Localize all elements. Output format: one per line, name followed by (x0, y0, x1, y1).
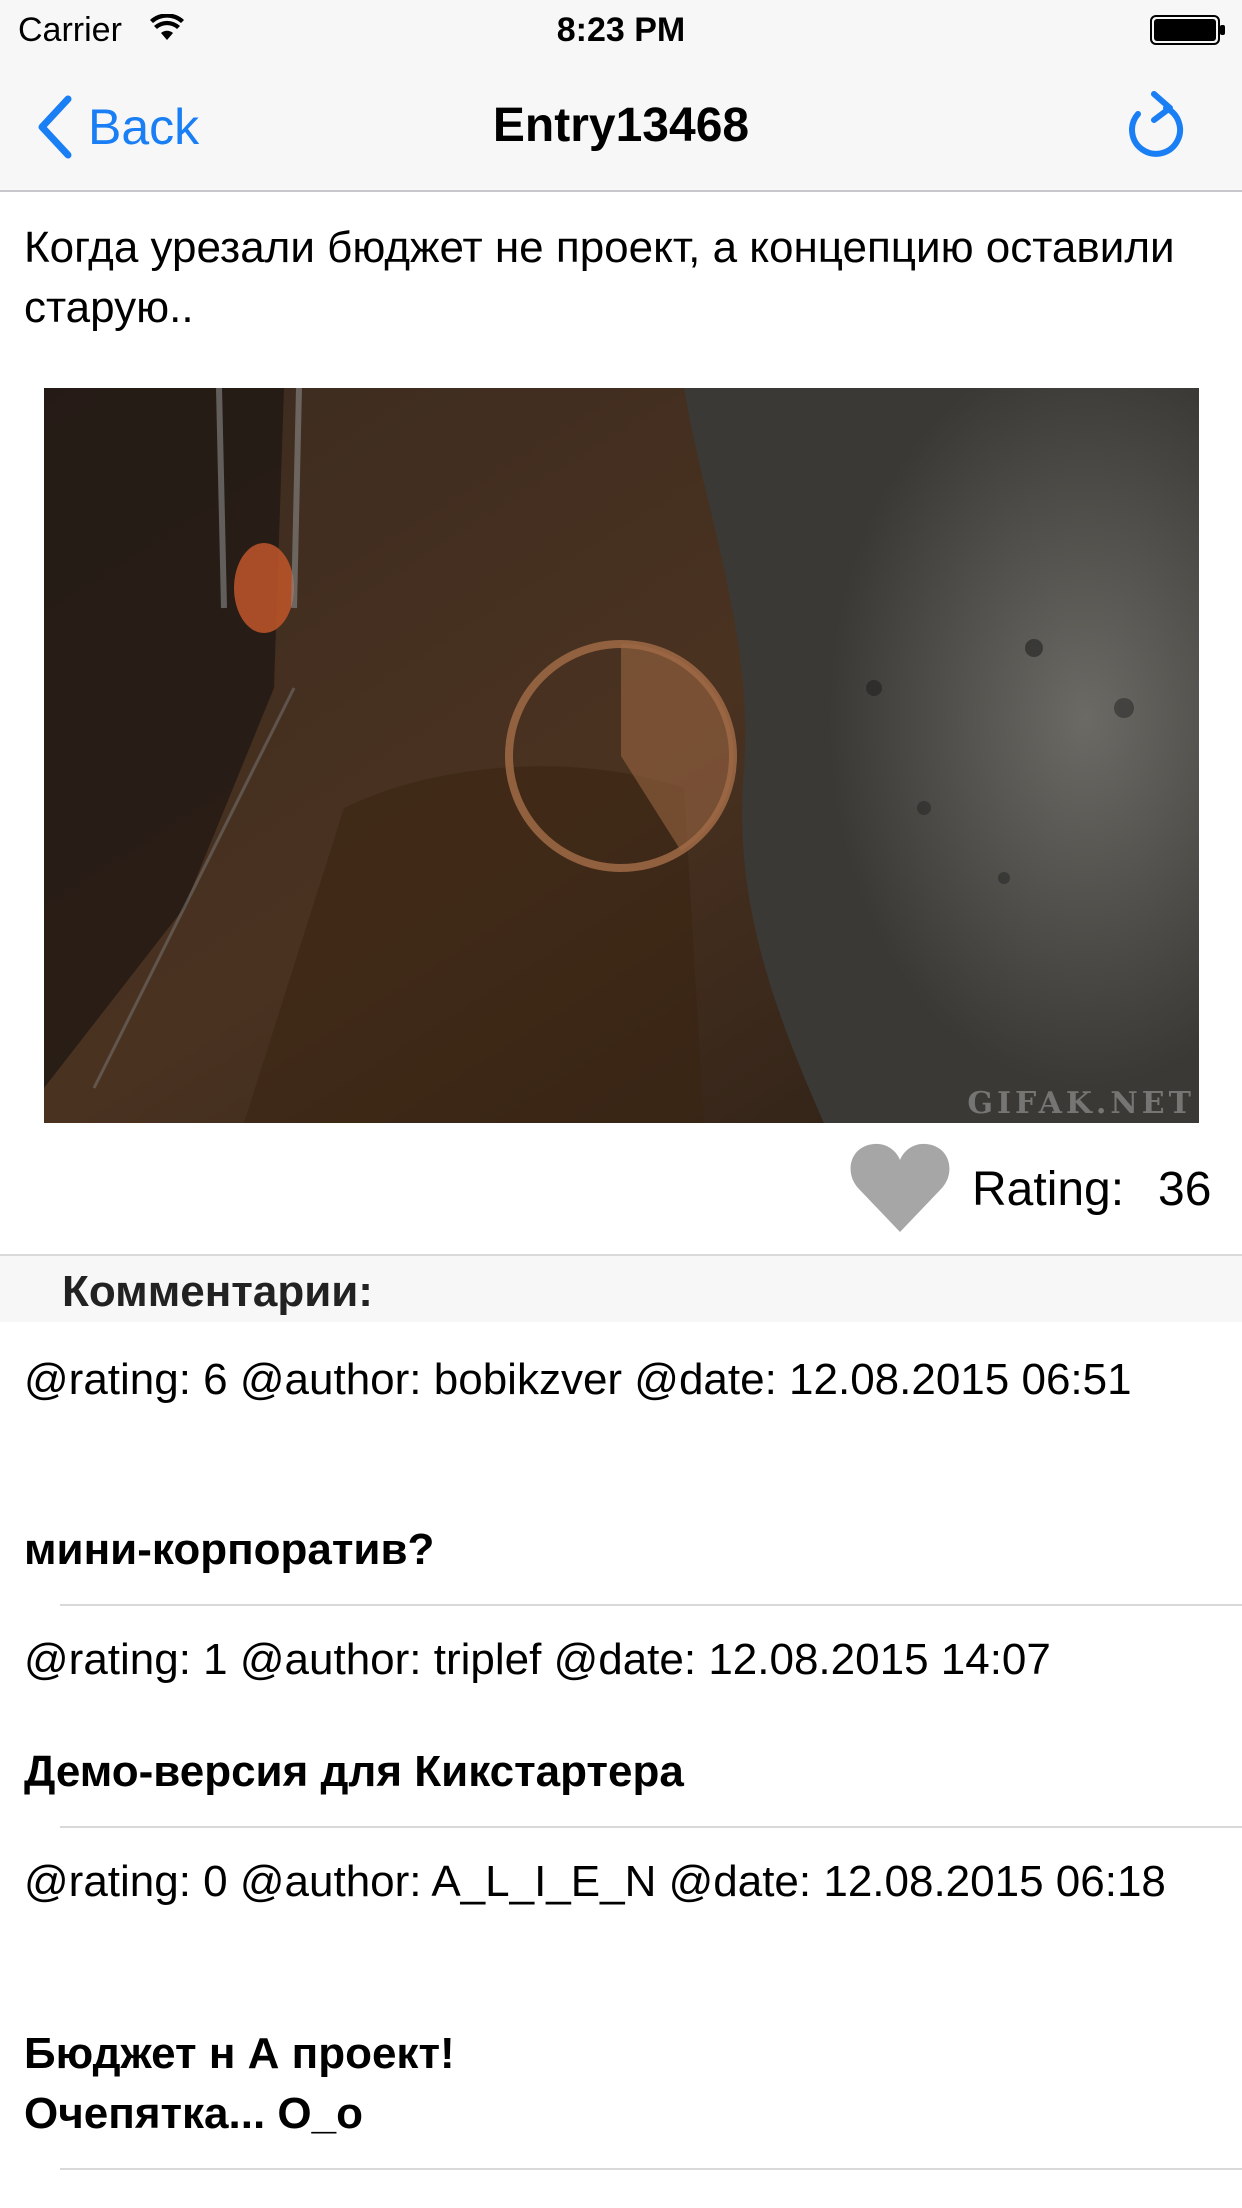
rating-label: Rating: (972, 1163, 1125, 1216)
comment-meta: @rating: 0 @author: A_L_I_E_N @date: 12.… (24, 1857, 1166, 1906)
comment-divider (60, 1826, 1242, 1828)
comment-body: Демо-версия для Кикстартера (24, 1747, 684, 1796)
navigation-bar: Back Entry13468 (0, 60, 1242, 192)
heart-icon[interactable] (850, 1142, 950, 1234)
rating-value: 36 (1158, 1163, 1212, 1216)
comment-meta: @rating: 1 @author: triplef @date: 12.08… (24, 1635, 1051, 1684)
loading-progress-icon (505, 640, 737, 872)
comment-body: мини-корпоратив? (24, 1525, 435, 1574)
battery-icon (1150, 15, 1225, 45)
comment-divider (60, 2168, 1242, 2170)
page-title: Entry13468 (492, 99, 750, 152)
comments-section-title: Комментарии: (62, 1267, 373, 1316)
media-watermark: GIFAK.NET (967, 1086, 1195, 1121)
entry-media[interactable]: GIFAK.NET (44, 388, 1199, 1123)
status-time: 8:23 PM (556, 11, 686, 49)
comment-divider (60, 1604, 1242, 1606)
refresh-icon[interactable] (1124, 90, 1188, 162)
comment-body: Бюджет н А проект! Очепятка... О_о (24, 2029, 455, 2138)
comment-meta: @rating: 6 @author: bobikzver @date: 12.… (24, 1355, 1132, 1404)
entry-text: Когда урезали бюджет не проект, а концеп… (24, 223, 1175, 332)
status-bar: Carrier 8:23 PM (0, 0, 1242, 60)
